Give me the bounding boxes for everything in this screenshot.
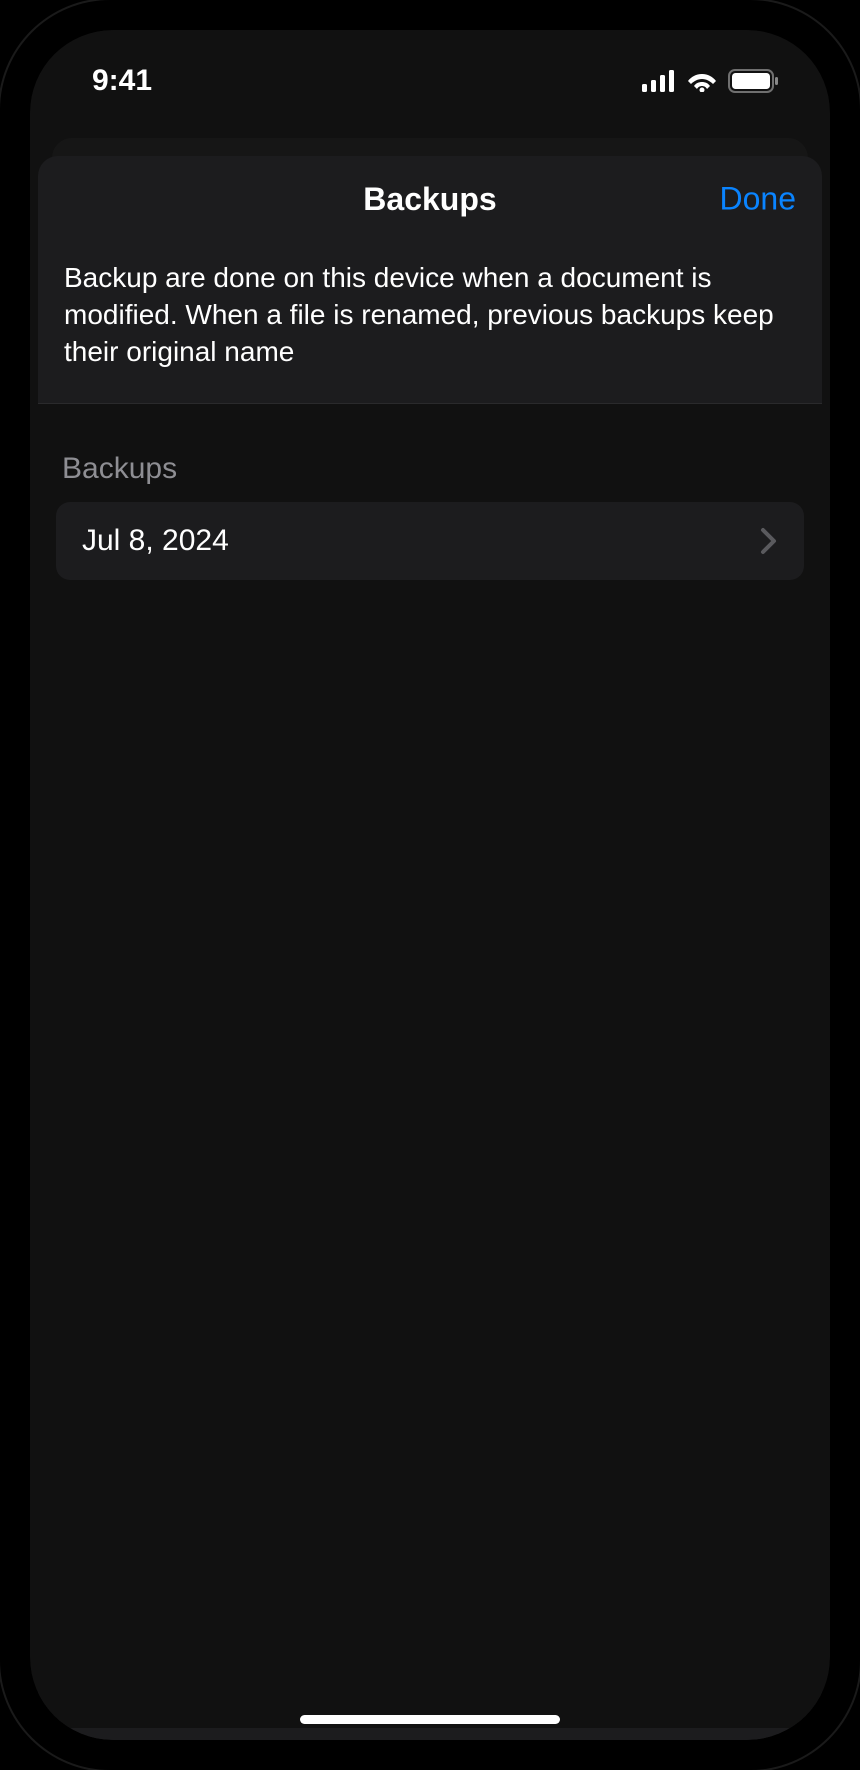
cellular-signal-icon	[642, 70, 676, 92]
status-bar: 9:41	[30, 30, 830, 120]
modal-title: Backups	[363, 181, 496, 218]
status-time: 9:41	[92, 64, 152, 98]
status-icons	[642, 69, 780, 93]
done-button[interactable]: Done	[720, 181, 797, 218]
modal-description: Backup are done on this device when a do…	[38, 242, 822, 404]
section-header-backups: Backups	[38, 452, 822, 502]
backup-list-item[interactable]: Jul 8, 2024	[56, 502, 804, 580]
device-frame: 9:41	[0, 0, 860, 1770]
modal-header: Backups Done	[38, 156, 822, 242]
modal-sheet: Backups Done Backup are done on this dev…	[38, 156, 822, 1740]
content-area: Backups Jul 8, 2024	[38, 404, 822, 1728]
backup-date-label: Jul 8, 2024	[82, 524, 229, 558]
home-indicator[interactable]	[300, 1715, 560, 1724]
chevron-right-icon	[760, 527, 778, 555]
device-inner: 9:41	[18, 18, 842, 1752]
screen: 9:41	[30, 30, 830, 1740]
wifi-icon	[686, 70, 718, 92]
battery-icon	[728, 69, 780, 93]
